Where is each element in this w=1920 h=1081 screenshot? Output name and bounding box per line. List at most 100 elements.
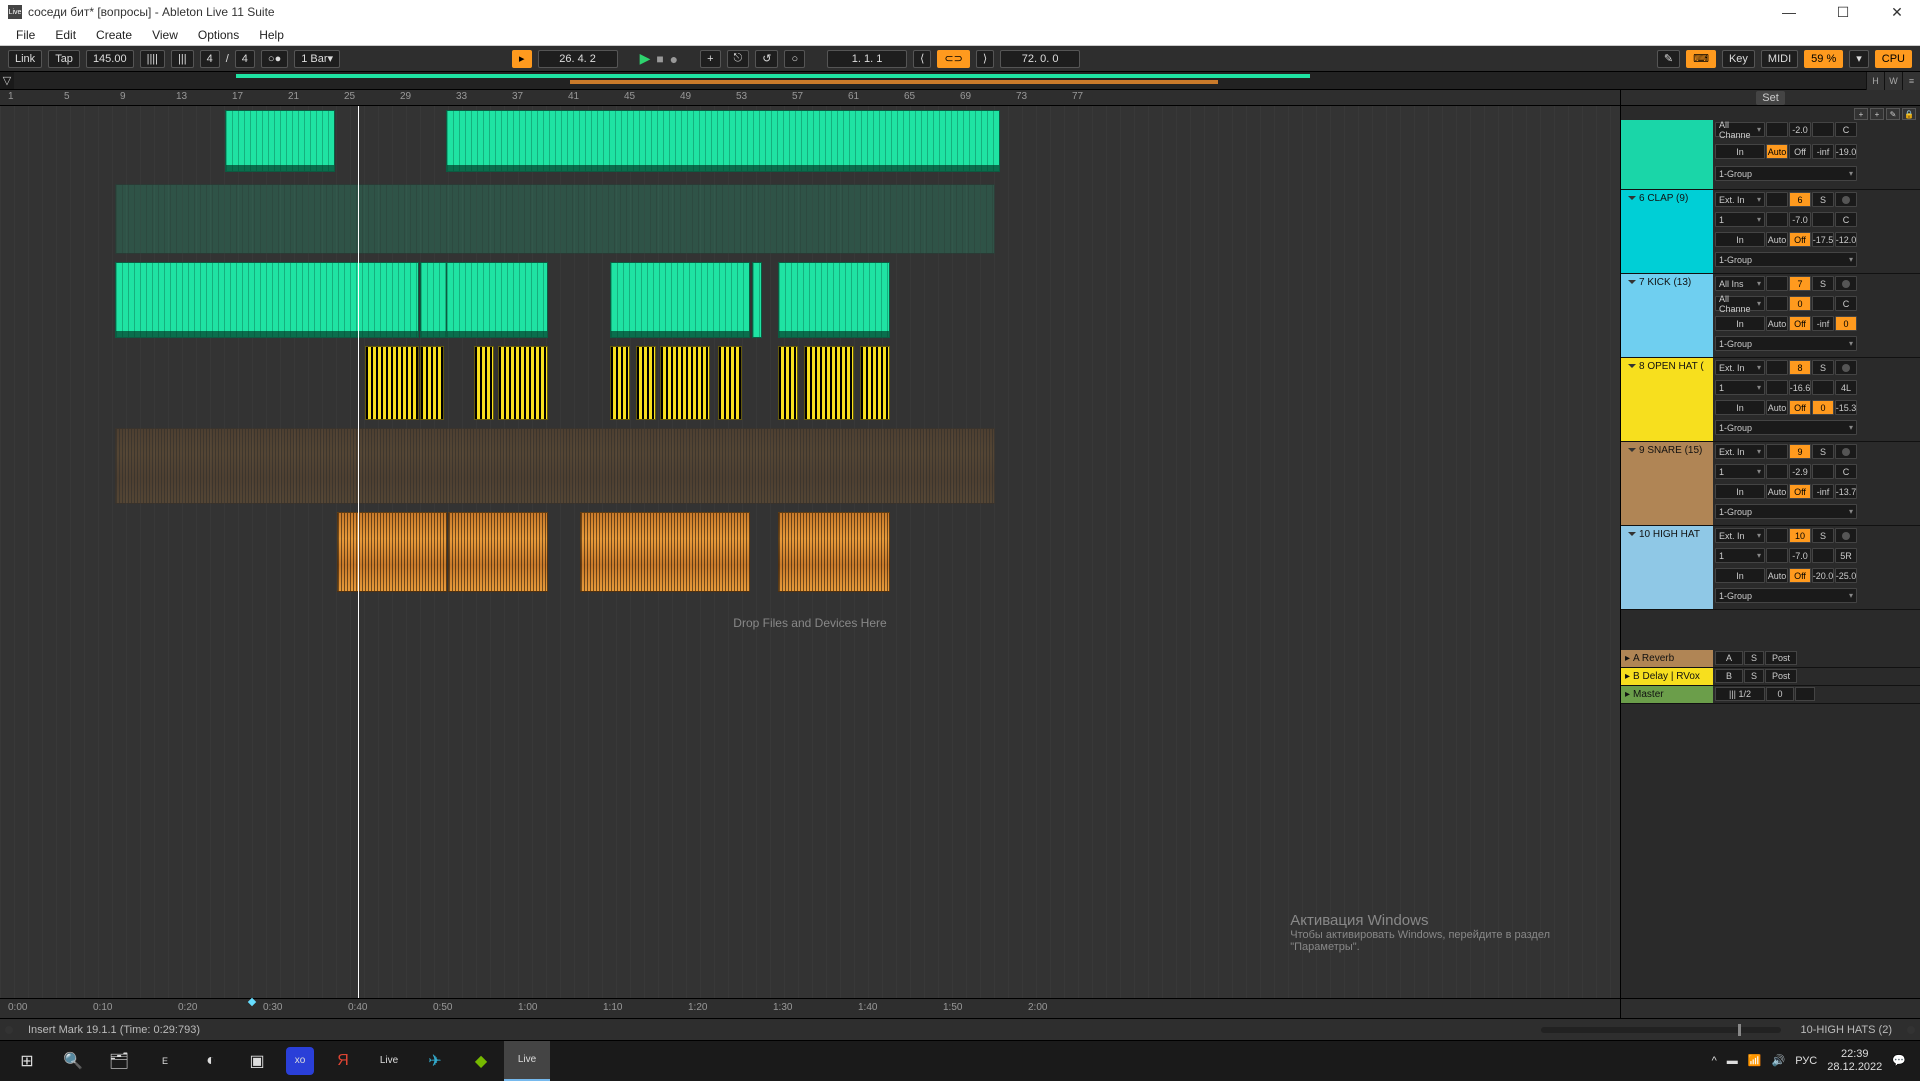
- io-type[interactable]: All Channe: [1715, 122, 1765, 137]
- group[interactable]: 1-Group: [1715, 166, 1857, 181]
- clip[interactable]: [778, 262, 890, 338]
- metronome-toggle[interactable]: ○●: [261, 50, 288, 68]
- fold-icon[interactable]: [1628, 196, 1636, 204]
- track-header[interactable]: 6 CLAP (9): [1621, 190, 1713, 273]
- io-type[interactable]: Ext. In: [1715, 444, 1765, 459]
- solo-button[interactable]: S: [1812, 276, 1834, 291]
- key-map-button[interactable]: Key: [1722, 50, 1755, 68]
- capture-button[interactable]: ○: [784, 50, 805, 68]
- monitor-auto[interactable]: Auto: [1766, 144, 1788, 159]
- loop-button[interactable]: ⊂⊃: [937, 50, 969, 68]
- monitor-in[interactable]: In: [1715, 144, 1765, 159]
- monitor-auto[interactable]: Auto: [1766, 400, 1788, 415]
- group[interactable]: 1-Group: [1715, 420, 1857, 435]
- play-button[interactable]: ▶: [640, 50, 651, 67]
- clip[interactable]: [752, 262, 762, 338]
- monitor-off[interactable]: Off: [1789, 484, 1811, 499]
- lock-icon[interactable]: 🔒: [1902, 108, 1916, 120]
- track-header[interactable]: 7 KICK (13): [1621, 274, 1713, 357]
- ov-w-button[interactable]: W: [1884, 72, 1902, 90]
- maximize-button[interactable]: ☐: [1828, 4, 1858, 21]
- taskbar-nvidia[interactable]: ◆: [458, 1041, 504, 1081]
- group[interactable]: 1-Group: [1715, 504, 1857, 519]
- tray-notifications-icon[interactable]: 💬: [1892, 1054, 1906, 1067]
- cpu-overload[interactable]: CPU: [1875, 50, 1912, 68]
- clip[interactable]: [660, 346, 710, 420]
- close-button[interactable]: ✕: [1882, 4, 1912, 21]
- taskbar-epic[interactable]: E: [142, 1041, 188, 1081]
- tempo-field[interactable]: 145.00: [86, 50, 134, 68]
- midi-map-button[interactable]: MIDI: [1761, 50, 1798, 68]
- monitor-in[interactable]: In: [1715, 316, 1765, 331]
- fold-icon[interactable]: [1628, 448, 1636, 456]
- clip[interactable]: [225, 110, 335, 172]
- minimize-button[interactable]: —: [1774, 4, 1804, 21]
- monitor-in[interactable]: In: [1715, 232, 1765, 247]
- taskbar-search[interactable]: 🔍: [50, 1041, 96, 1081]
- arrangement-position[interactable]: 26. 4. 2: [538, 50, 618, 68]
- channel[interactable]: 1: [1715, 548, 1765, 563]
- menu-options[interactable]: Options: [188, 26, 249, 44]
- pan-c[interactable]: C: [1835, 122, 1857, 137]
- io-type[interactable]: All Ins: [1715, 276, 1765, 291]
- pan[interactable]: 0: [1789, 296, 1811, 311]
- monitor-off[interactable]: Off: [1789, 568, 1811, 583]
- pan[interactable]: -7.0: [1789, 212, 1811, 227]
- return-track[interactable]: ▸B Delay | RVox: [1621, 668, 1713, 685]
- taskbar-taskview[interactable]: ▣: [234, 1041, 280, 1081]
- follow-button[interactable]: ▸: [512, 50, 532, 68]
- track-num[interactable]: 7: [1789, 276, 1811, 291]
- tray-lang[interactable]: РУС: [1795, 1055, 1817, 1067]
- pan[interactable]: -2.0: [1789, 122, 1811, 137]
- monitor-auto[interactable]: Auto: [1766, 484, 1788, 499]
- monitor-in[interactable]: In: [1715, 400, 1765, 415]
- track-header[interactable]: [1621, 120, 1713, 189]
- pan-c[interactable]: C: [1835, 296, 1857, 311]
- overview-main[interactable]: [14, 72, 1866, 89]
- punch-in[interactable]: ⟨: [913, 50, 931, 68]
- group[interactable]: 1-Group: [1715, 252, 1857, 267]
- system-tray[interactable]: ^ ▬ 📶 🔊 РУС 22:39 28.12.2022 💬: [1712, 1048, 1916, 1074]
- channel[interactable]: 1: [1715, 380, 1765, 395]
- clip[interactable]: [446, 262, 548, 338]
- taskbar-live1[interactable]: Live: [366, 1041, 412, 1081]
- solo-button[interactable]: S: [1744, 651, 1764, 665]
- solo-button[interactable]: S: [1812, 360, 1834, 375]
- sig-denominator[interactable]: 4: [235, 50, 255, 68]
- locator-marker[interactable]: [248, 998, 256, 1006]
- clip[interactable]: [860, 346, 890, 420]
- monitor-auto[interactable]: Auto: [1766, 568, 1788, 583]
- clip[interactable]: [804, 346, 854, 420]
- clip[interactable]: [778, 512, 890, 592]
- tray-chevron-icon[interactable]: ^: [1712, 1055, 1717, 1067]
- tray-volume-icon[interactable]: 🔊: [1772, 1054, 1786, 1067]
- channel[interactable]: 1: [1715, 464, 1765, 479]
- io-type[interactable]: Ext. In: [1715, 192, 1765, 207]
- metronome-button[interactable]: ||||: [140, 50, 165, 68]
- quantize-dropdown[interactable]: 1 Bar ▾: [294, 50, 340, 68]
- group[interactable]: 1-Group: [1715, 336, 1857, 351]
- channel[interactable]: 1: [1715, 212, 1765, 227]
- track-num[interactable]: 8: [1789, 360, 1811, 375]
- arm-button[interactable]: [1835, 360, 1857, 375]
- clip[interactable]: [778, 346, 798, 420]
- track-num[interactable]: 9: [1789, 444, 1811, 459]
- taskbar-telegram[interactable]: ✈: [412, 1041, 458, 1081]
- arm-button[interactable]: [1835, 276, 1857, 291]
- io-type[interactable]: Ext. In: [1715, 360, 1765, 375]
- monitor-off[interactable]: Off: [1789, 232, 1811, 247]
- crossfader[interactable]: [1541, 1027, 1781, 1033]
- draw-mode-button[interactable]: ✎: [1657, 50, 1680, 68]
- nudge-down-button[interactable]: |||: [171, 50, 194, 68]
- menu-create[interactable]: Create: [86, 26, 142, 44]
- io-type[interactable]: Ext. In: [1715, 528, 1765, 543]
- arm-button[interactable]: [1835, 444, 1857, 459]
- clip[interactable]: [337, 512, 447, 592]
- clip[interactable]: [448, 512, 548, 592]
- ov-menu-button[interactable]: ≡: [1902, 72, 1920, 90]
- taskbar-xo[interactable]: xo: [286, 1047, 314, 1075]
- post-button[interactable]: Post: [1765, 669, 1797, 683]
- fold-icon[interactable]: [1628, 280, 1636, 288]
- automation-arm[interactable]: ⎋: [727, 50, 750, 68]
- computer-midi-keyboard[interactable]: ⌨: [1686, 50, 1716, 68]
